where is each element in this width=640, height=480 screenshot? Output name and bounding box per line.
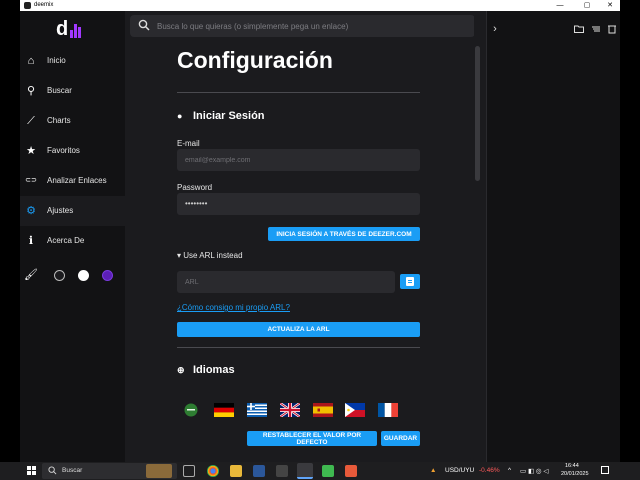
use-arl-toggle[interactable]: ▾ Use ARL instead xyxy=(177,251,243,260)
person-icon: ● xyxy=(177,111,183,121)
stocks-icon: ▲ xyxy=(430,467,437,474)
window-titlebar: deemix — ▢ ✕ xyxy=(20,0,620,11)
search-icon xyxy=(48,466,57,475)
password-label: Password xyxy=(177,183,213,192)
chevron-right-icon[interactable]: › xyxy=(490,24,500,35)
logo-letter: d xyxy=(56,18,69,40)
task-view-icon[interactable] xyxy=(183,465,195,477)
app-icon xyxy=(24,2,31,9)
app-icon[interactable] xyxy=(276,465,288,477)
info-icon: ℹ xyxy=(28,235,34,247)
right-border xyxy=(620,0,640,462)
deemix-taskbar-icon[interactable] xyxy=(297,463,313,479)
camtasia-icon[interactable] xyxy=(322,465,334,477)
search-icon: ⚲ xyxy=(26,85,36,97)
search-input[interactable] xyxy=(157,18,467,34)
email-label: E-mail xyxy=(177,139,200,148)
arl-input[interactable] xyxy=(177,271,395,293)
file-explorer-icon[interactable] xyxy=(230,465,242,477)
clock-time[interactable]: 16:44 xyxy=(565,463,579,469)
windows-start-icon[interactable] xyxy=(27,466,37,476)
flag-united-kingdom[interactable] xyxy=(280,403,300,417)
arl-help-link[interactable]: ¿Cómo consigo mi propio ARL? xyxy=(177,303,290,312)
folder-icon[interactable] xyxy=(574,24,584,34)
window-title: deemix xyxy=(34,2,54,8)
flag-philippines[interactable] xyxy=(345,403,365,417)
theme-light-option[interactable] xyxy=(78,270,89,281)
save-button[interactable]: GUARDAR xyxy=(381,431,420,446)
login-heading-text: Iniciar Sesión xyxy=(193,110,265,122)
trash-icon[interactable] xyxy=(607,24,617,34)
tray-icons[interactable]: ▭ ◧ ◎ ◁ xyxy=(520,467,548,475)
logo-bars xyxy=(70,20,84,38)
search-highlight-image xyxy=(146,464,172,478)
sidebar-item-buscar[interactable]: ⚲ Buscar xyxy=(20,76,125,106)
minimize-button[interactable]: — xyxy=(550,0,570,11)
sidebar-item-label: Ajustes xyxy=(47,206,74,215)
languages-section-heading: ⊕ Idiomas xyxy=(177,364,235,376)
list-icon[interactable] xyxy=(591,24,601,34)
trending-up-icon: ⟋ xyxy=(27,115,35,127)
sidebar-item-inicio[interactable]: ⌂ Inicio xyxy=(20,46,125,76)
currency-change: -0.46% xyxy=(479,467,500,474)
sidebar-item-label: Inicio xyxy=(47,56,66,65)
sidebar-item-favoritos[interactable]: ★ Favoritos xyxy=(20,136,125,166)
home-icon: ⌂ xyxy=(27,55,35,67)
currency-label: USD/UYU xyxy=(445,467,475,474)
email-field[interactable] xyxy=(177,149,420,171)
close-button[interactable]: ✕ xyxy=(600,0,620,11)
sidebar-item-charts[interactable]: ⟋ Charts xyxy=(20,106,125,136)
flag-arabic[interactable] xyxy=(181,403,201,417)
deemix-logo[interactable]: d xyxy=(56,18,90,40)
globe-icon: ⊕ xyxy=(177,365,185,375)
search-bar[interactable] xyxy=(130,15,475,37)
theme-selector: 🖌 xyxy=(20,264,125,288)
page-title: Configuración xyxy=(177,47,333,73)
flag-germany[interactable] xyxy=(214,403,234,417)
clipboard-icon xyxy=(406,277,414,286)
gear-icon: ⚙ xyxy=(26,205,36,217)
windows-taskbar: Buscar ▲ USD/UYU -0.46% ^ ▭ ◧ ◎ ◁ 16:44 … xyxy=(0,462,640,480)
deezer-login-button[interactable]: INICIA SESIÓN A TRAVÉS DE DEEZER.COM xyxy=(268,227,420,241)
title-divider xyxy=(177,92,420,93)
section-divider xyxy=(177,347,420,348)
taskbar-search-label: Buscar xyxy=(62,467,83,474)
taskbar-search[interactable]: Buscar xyxy=(42,463,177,479)
sidebar-item-ajustes[interactable]: ⚙ Ajustes xyxy=(20,196,125,226)
sidebar-item-label: Favoritos xyxy=(47,146,80,155)
star-icon: ★ xyxy=(26,145,36,157)
flag-france[interactable] xyxy=(378,403,398,417)
scrollbar-thumb[interactable] xyxy=(475,46,480,181)
link-icon: ⊂⊃ xyxy=(25,177,37,184)
theme-dark-option[interactable] xyxy=(54,270,65,281)
word-icon[interactable] xyxy=(253,465,265,477)
password-field[interactable]: •••••••• xyxy=(177,193,420,215)
maximize-button[interactable]: ▢ xyxy=(577,0,597,11)
tray-chevron-icon[interactable]: ^ xyxy=(508,467,511,474)
login-section-heading: ● Iniciar Sesión xyxy=(177,110,265,122)
clock-date[interactable]: 20/01/2025 xyxy=(561,471,589,477)
chrome-icon[interactable] xyxy=(207,465,219,477)
sidebar-item-analizar-enlaces[interactable]: ⊂⊃ Analizar Enlaces xyxy=(20,166,125,196)
paste-arl-button[interactable] xyxy=(400,274,420,289)
sidebar-item-label: Charts xyxy=(47,116,71,125)
recorder-icon[interactable] xyxy=(345,465,357,477)
theme-purple-option[interactable] xyxy=(102,270,113,281)
download-panel: › xyxy=(486,11,620,462)
search-icon xyxy=(138,19,150,31)
left-border xyxy=(0,0,20,462)
brush-icon: 🖌 xyxy=(24,269,38,281)
notifications-icon[interactable] xyxy=(601,466,609,474)
sidebar-item-label: Buscar xyxy=(47,86,72,95)
flag-greece[interactable] xyxy=(247,403,267,417)
sidebar-item-label: Analizar Enlaces xyxy=(47,176,107,185)
sidebar-item-acerca-de[interactable]: ℹ Acerca De xyxy=(20,226,125,256)
sidebar-item-label: Acerca De xyxy=(47,236,85,245)
languages-heading-text: Idiomas xyxy=(193,364,235,376)
flag-spain[interactable] xyxy=(313,403,333,417)
reset-defaults-button[interactable]: RESTABLECER EL VALOR POR DEFECTO xyxy=(247,431,377,446)
update-arl-button[interactable]: ACTUALIZA LA ARL xyxy=(177,322,420,337)
